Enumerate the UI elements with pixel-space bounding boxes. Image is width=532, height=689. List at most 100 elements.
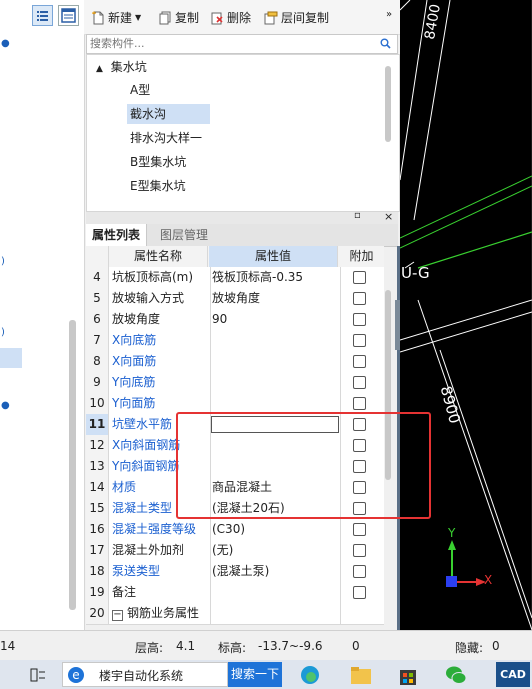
taskbar-search-button[interactable]: 搜索一下 — [228, 662, 282, 687]
property-name-text: Y向面筋 — [112, 396, 156, 410]
property-row[interactable]: 6 放坡角度 90 — [86, 309, 384, 331]
row-number: 17 — [86, 540, 109, 561]
tree-root[interactable]: ▲ 集水坑 — [96, 57, 147, 77]
add-cell — [339, 561, 384, 582]
property-row[interactable]: 9 Y向底筋 — [86, 372, 384, 394]
row-number: 18 — [86, 561, 109, 582]
property-row[interactable]: 4 坑板顶标高(m) 筏板顶标高-0.35 — [86, 267, 384, 289]
add-checkbox[interactable] — [353, 376, 366, 389]
property-tabs: 属性列表 图层管理 — [86, 224, 398, 247]
task-view-icon[interactable] — [30, 668, 46, 682]
floor-copy-button[interactable]: 层间复制 — [264, 9, 329, 26]
tree-item-a[interactable]: A型 — [130, 80, 150, 100]
property-name: X向面筋 — [109, 351, 211, 372]
cad-taskbar-icon[interactable]: CAD — [496, 662, 530, 687]
edge-icon[interactable] — [300, 665, 320, 685]
list-view-icon[interactable] — [32, 5, 53, 26]
add-checkbox[interactable] — [353, 397, 366, 410]
property-row[interactable]: 7 X向底筋 — [86, 330, 384, 352]
tree-scrollbar[interactable] — [385, 66, 391, 142]
property-row[interactable]: 20− 钢筋业务属性 — [86, 603, 384, 625]
component-search[interactable] — [86, 34, 398, 54]
add-checkbox[interactable] — [353, 313, 366, 326]
left-scrollbar[interactable] — [69, 320, 76, 610]
cad-drawing — [400, 0, 532, 630]
property-value[interactable]: 筏板顶标高-0.35 — [209, 267, 341, 288]
property-row[interactable]: 16 混凝土强度等级 (C30) — [86, 519, 384, 541]
add-cell — [339, 267, 384, 288]
tab-layers[interactable]: 图层管理 — [154, 224, 214, 246]
tree-item-intercept-ditch[interactable]: 截水沟 — [127, 104, 210, 124]
grid-header-row: 属性名称 属性值 附加 — [86, 246, 384, 268]
search-input[interactable] — [87, 35, 373, 51]
property-value[interactable]: (无) — [209, 540, 341, 561]
close-icon[interactable]: × — [384, 210, 393, 223]
tree-item-drain-detail[interactable]: 排水沟大样一 — [130, 128, 202, 148]
add-checkbox[interactable] — [353, 586, 366, 599]
add-checkbox[interactable] — [353, 523, 366, 536]
tab-properties[interactable]: 属性列表 — [86, 224, 148, 246]
tree-bracket-2: ) — [1, 327, 5, 338]
property-name: Y向面筋 — [109, 393, 211, 414]
property-row[interactable]: 18 泵送类型 (混凝土泵) — [86, 561, 384, 583]
expand-icon[interactable]: − — [112, 610, 123, 621]
header-add: 附加 — [349, 249, 374, 263]
add-cell — [339, 330, 384, 351]
add-checkbox[interactable] — [353, 334, 366, 347]
header-name: 属性名称 — [109, 246, 208, 267]
cad-viewport[interactable]: 8400 U-G 8900 Y X — [400, 0, 532, 630]
property-name: X向底筋 — [109, 330, 211, 351]
collapse-icon[interactable]: ▲ — [96, 64, 103, 74]
copy-button[interactable]: 复制 — [158, 9, 199, 26]
property-name: 放坡输入方式 — [109, 288, 211, 309]
add-checkbox[interactable] — [353, 565, 366, 578]
tree-item-e-pit[interactable]: E型集水坑 — [130, 176, 186, 196]
property-value[interactable]: (混凝土泵) — [209, 561, 341, 582]
component-tree: ▲ 集水坑 A型 截水沟 排水沟大样一 B型集水坑 E型集水坑 — [86, 54, 400, 212]
property-value[interactable]: 90 — [209, 309, 341, 330]
property-row[interactable]: 5 放坡输入方式 放坡角度 — [86, 288, 384, 310]
property-row[interactable]: 19 备注 — [86, 582, 384, 604]
pin-icon[interactable]: ▫ — [354, 210, 361, 221]
property-name-text: 混凝土强度等级 — [112, 522, 197, 536]
property-row[interactable]: 8 X向面筋 — [86, 351, 384, 373]
property-row[interactable]: 17 混凝土外加剂 (无) — [86, 540, 384, 562]
property-name-text: X向底筋 — [112, 333, 157, 347]
property-name-text: 混凝土外加剂 — [112, 543, 185, 557]
new-label: 新建 — [108, 11, 133, 25]
header-value: 属性值 — [209, 246, 338, 267]
property-value[interactable] — [209, 330, 341, 351]
add-cell — [339, 582, 384, 603]
count-value: 0 — [352, 639, 360, 653]
collapse-marker-2[interactable]: ● — [1, 400, 10, 411]
property-name-text: 备注 — [112, 585, 137, 599]
search-icon[interactable] — [380, 38, 391, 49]
add-checkbox[interactable] — [353, 355, 366, 368]
property-value[interactable] — [209, 582, 341, 603]
folder-icon[interactable] — [350, 665, 372, 685]
new-button[interactable]: 新建 ▼ — [91, 9, 141, 26]
property-value[interactable] — [209, 372, 341, 393]
store-icon[interactable] — [398, 664, 418, 686]
left-selected-row[interactable] — [0, 348, 22, 368]
wechat-icon[interactable] — [444, 664, 468, 686]
toolbar-overflow-icon[interactable]: » — [386, 9, 392, 20]
tree-item-b-pit[interactable]: B型集水坑 — [130, 152, 186, 172]
collapse-marker[interactable]: ● — [1, 38, 10, 49]
property-name-text: 坑壁水平筋 — [112, 417, 173, 431]
floor-height-value: 4.1 — [176, 639, 196, 653]
add-checkbox[interactable] — [353, 544, 366, 557]
property-name: Y向底筋 — [109, 372, 211, 393]
taskbar-search-box[interactable]: e 楼宇自动化系统 — [62, 662, 228, 687]
property-value[interactable] — [209, 351, 341, 372]
detail-view-icon[interactable] — [58, 5, 79, 26]
delete-button[interactable]: 删除 — [210, 9, 251, 26]
add-checkbox[interactable] — [353, 292, 366, 305]
property-value[interactable] — [209, 603, 341, 624]
new-dropdown-icon[interactable]: ▼ — [135, 13, 141, 22]
property-value[interactable]: (C30) — [209, 519, 341, 540]
svg-text:e: e — [72, 668, 79, 682]
add-checkbox[interactable] — [353, 271, 366, 284]
property-value[interactable]: 放坡角度 — [209, 288, 341, 309]
property-value[interactable] — [209, 393, 341, 414]
